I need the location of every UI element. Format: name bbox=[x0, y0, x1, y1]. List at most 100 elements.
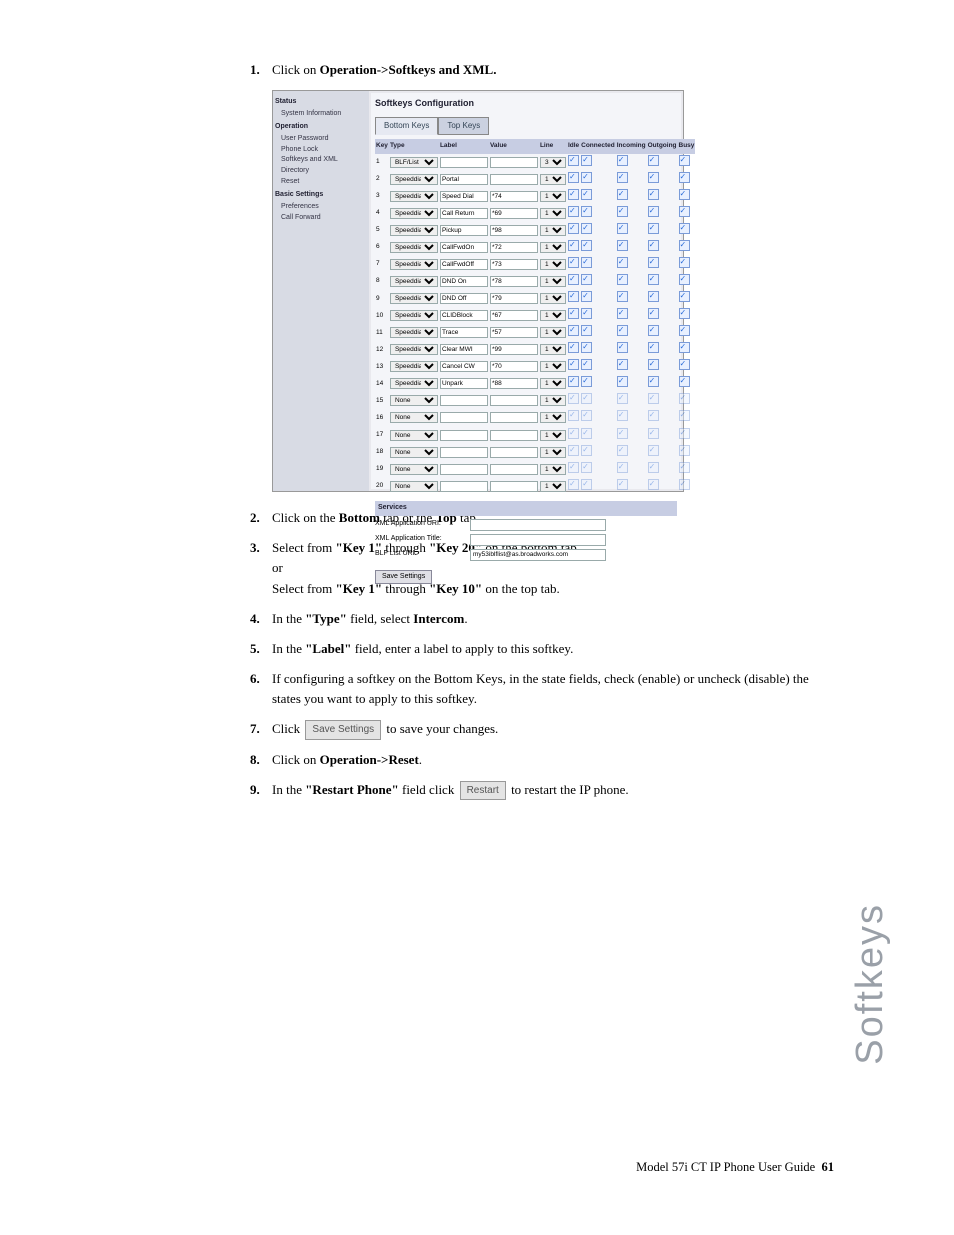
label-input[interactable] bbox=[440, 327, 488, 338]
sidebar-item[interactable]: User Password bbox=[281, 134, 367, 145]
line-select[interactable]: 1 bbox=[540, 344, 566, 355]
value-input[interactable] bbox=[490, 464, 538, 475]
label-input[interactable] bbox=[440, 361, 488, 372]
busy-checkbox[interactable] bbox=[679, 206, 690, 217]
label-input[interactable] bbox=[440, 174, 488, 185]
line-select[interactable]: 1 bbox=[540, 447, 566, 458]
type-select[interactable]: Speeddial bbox=[390, 327, 438, 338]
type-select[interactable]: Speeddial bbox=[390, 276, 438, 287]
value-input[interactable] bbox=[490, 174, 538, 185]
outgoing-checkbox[interactable] bbox=[648, 325, 659, 336]
busy-checkbox[interactable] bbox=[679, 445, 690, 456]
line-select[interactable]: 1 bbox=[540, 395, 566, 406]
label-input[interactable] bbox=[440, 447, 488, 458]
line-select[interactable]: 1 bbox=[540, 259, 566, 270]
outgoing-checkbox[interactable] bbox=[648, 240, 659, 251]
incoming-checkbox[interactable] bbox=[617, 308, 628, 319]
busy-checkbox[interactable] bbox=[679, 428, 690, 439]
value-input[interactable] bbox=[490, 378, 538, 389]
busy-checkbox[interactable] bbox=[679, 291, 690, 302]
idle-checkbox[interactable] bbox=[568, 359, 579, 370]
label-input[interactable] bbox=[440, 157, 488, 168]
line-select[interactable]: 1 bbox=[540, 430, 566, 441]
sidebar-item[interactable]: Preferences bbox=[281, 202, 367, 213]
outgoing-checkbox[interactable] bbox=[648, 359, 659, 370]
idle-checkbox[interactable] bbox=[568, 240, 579, 251]
idle-checkbox[interactable] bbox=[568, 206, 579, 217]
incoming-checkbox[interactable] bbox=[617, 359, 628, 370]
incoming-checkbox[interactable] bbox=[617, 206, 628, 217]
value-input[interactable] bbox=[490, 327, 538, 338]
idle-checkbox[interactable] bbox=[568, 274, 579, 285]
incoming-checkbox[interactable] bbox=[617, 172, 628, 183]
idle-checkbox[interactable] bbox=[568, 393, 579, 404]
busy-checkbox[interactable] bbox=[679, 325, 690, 336]
type-select[interactable]: Speeddial bbox=[390, 225, 438, 236]
value-input[interactable] bbox=[490, 344, 538, 355]
value-input[interactable] bbox=[490, 481, 538, 492]
busy-checkbox[interactable] bbox=[679, 359, 690, 370]
type-select[interactable]: Speeddial bbox=[390, 174, 438, 185]
busy-checkbox[interactable] bbox=[679, 376, 690, 387]
label-input[interactable] bbox=[440, 242, 488, 253]
incoming-checkbox[interactable] bbox=[617, 189, 628, 200]
busy-checkbox[interactable] bbox=[679, 274, 690, 285]
connected-checkbox[interactable] bbox=[581, 462, 592, 473]
idle-checkbox[interactable] bbox=[568, 479, 579, 490]
idle-checkbox[interactable] bbox=[568, 223, 579, 234]
outgoing-checkbox[interactable] bbox=[648, 189, 659, 200]
label-input[interactable] bbox=[440, 191, 488, 202]
line-select[interactable]: 1 bbox=[540, 361, 566, 372]
type-select[interactable]: Speeddial bbox=[390, 191, 438, 202]
busy-checkbox[interactable] bbox=[679, 462, 690, 473]
idle-checkbox[interactable] bbox=[568, 172, 579, 183]
value-input[interactable] bbox=[490, 395, 538, 406]
type-select[interactable]: BLF/List bbox=[390, 157, 438, 168]
incoming-checkbox[interactable] bbox=[617, 155, 628, 166]
incoming-checkbox[interactable] bbox=[617, 445, 628, 456]
type-select[interactable]: None bbox=[390, 481, 438, 492]
value-input[interactable] bbox=[490, 242, 538, 253]
sidebar-item[interactable]: Call Forward bbox=[281, 213, 367, 224]
outgoing-checkbox[interactable] bbox=[648, 393, 659, 404]
outgoing-checkbox[interactable] bbox=[648, 308, 659, 319]
outgoing-checkbox[interactable] bbox=[648, 257, 659, 268]
value-input[interactable] bbox=[490, 447, 538, 458]
outgoing-checkbox[interactable] bbox=[648, 410, 659, 421]
idle-checkbox[interactable] bbox=[568, 257, 579, 268]
outgoing-checkbox[interactable] bbox=[648, 376, 659, 387]
idle-checkbox[interactable] bbox=[568, 410, 579, 421]
incoming-checkbox[interactable] bbox=[617, 376, 628, 387]
connected-checkbox[interactable] bbox=[581, 240, 592, 251]
idle-checkbox[interactable] bbox=[568, 428, 579, 439]
incoming-checkbox[interactable] bbox=[617, 223, 628, 234]
incoming-checkbox[interactable] bbox=[617, 274, 628, 285]
line-select[interactable]: 1 bbox=[540, 412, 566, 423]
connected-checkbox[interactable] bbox=[581, 155, 592, 166]
connected-checkbox[interactable] bbox=[581, 376, 592, 387]
label-input[interactable] bbox=[440, 378, 488, 389]
value-input[interactable] bbox=[490, 157, 538, 168]
type-select[interactable]: None bbox=[390, 412, 438, 423]
type-select[interactable]: Speeddial bbox=[390, 310, 438, 321]
outgoing-checkbox[interactable] bbox=[648, 206, 659, 217]
type-select[interactable]: Speeddial bbox=[390, 259, 438, 270]
type-select[interactable]: Speeddial bbox=[390, 378, 438, 389]
outgoing-checkbox[interactable] bbox=[648, 479, 659, 490]
type-select[interactable]: None bbox=[390, 447, 438, 458]
line-select[interactable]: 1 bbox=[540, 310, 566, 321]
connected-checkbox[interactable] bbox=[581, 308, 592, 319]
connected-checkbox[interactable] bbox=[581, 274, 592, 285]
busy-checkbox[interactable] bbox=[679, 189, 690, 200]
line-select[interactable]: 1 bbox=[540, 464, 566, 475]
idle-checkbox[interactable] bbox=[568, 155, 579, 166]
value-input[interactable] bbox=[490, 191, 538, 202]
outgoing-checkbox[interactable] bbox=[648, 428, 659, 439]
incoming-checkbox[interactable] bbox=[617, 342, 628, 353]
type-select[interactable]: None bbox=[390, 464, 438, 475]
value-input[interactable] bbox=[490, 276, 538, 287]
label-input[interactable] bbox=[440, 208, 488, 219]
idle-checkbox[interactable] bbox=[568, 308, 579, 319]
line-select[interactable]: 1 bbox=[540, 481, 566, 492]
idle-checkbox[interactable] bbox=[568, 462, 579, 473]
